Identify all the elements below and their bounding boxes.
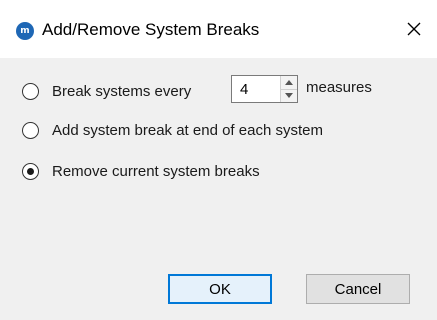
radio-break-end-of-system[interactable] bbox=[22, 121, 39, 139]
ok-button[interactable]: OK bbox=[168, 274, 272, 304]
window-title: Add/Remove System Breaks bbox=[42, 20, 260, 39]
radio-remove-breaks[interactable] bbox=[22, 162, 39, 180]
radio-selected-dot bbox=[27, 167, 34, 175]
option-remove-breaks-label: Remove current system breaks bbox=[52, 162, 260, 180]
chevron-down-icon bbox=[285, 93, 293, 99]
radio-break-every[interactable] bbox=[22, 82, 39, 100]
spin-down-button[interactable] bbox=[281, 88, 297, 102]
option-break-end-of-system[interactable]: Add system break at end of each system bbox=[22, 118, 323, 142]
measures-label: measures bbox=[306, 79, 372, 96]
option-break-end-of-system-label: Add system break at end of each system bbox=[52, 121, 323, 139]
spin-arrows bbox=[280, 76, 297, 102]
option-break-every[interactable]: Break systems every bbox=[22, 79, 191, 103]
musescore-app-icon: m bbox=[16, 22, 34, 40]
option-remove-breaks[interactable]: Remove current system breaks bbox=[22, 159, 260, 183]
close-icon bbox=[407, 22, 421, 36]
title-bar: m Add/Remove System Breaks bbox=[0, 0, 437, 58]
cancel-button[interactable]: Cancel bbox=[306, 274, 410, 304]
option-break-every-label: Break systems every bbox=[52, 82, 192, 100]
spin-up-button[interactable] bbox=[281, 76, 297, 89]
close-button[interactable] bbox=[391, 0, 437, 58]
measures-spinbox[interactable]: 4 bbox=[231, 75, 298, 103]
chevron-up-icon bbox=[285, 79, 293, 85]
measures-spinbox-value[interactable]: 4 bbox=[232, 76, 280, 102]
